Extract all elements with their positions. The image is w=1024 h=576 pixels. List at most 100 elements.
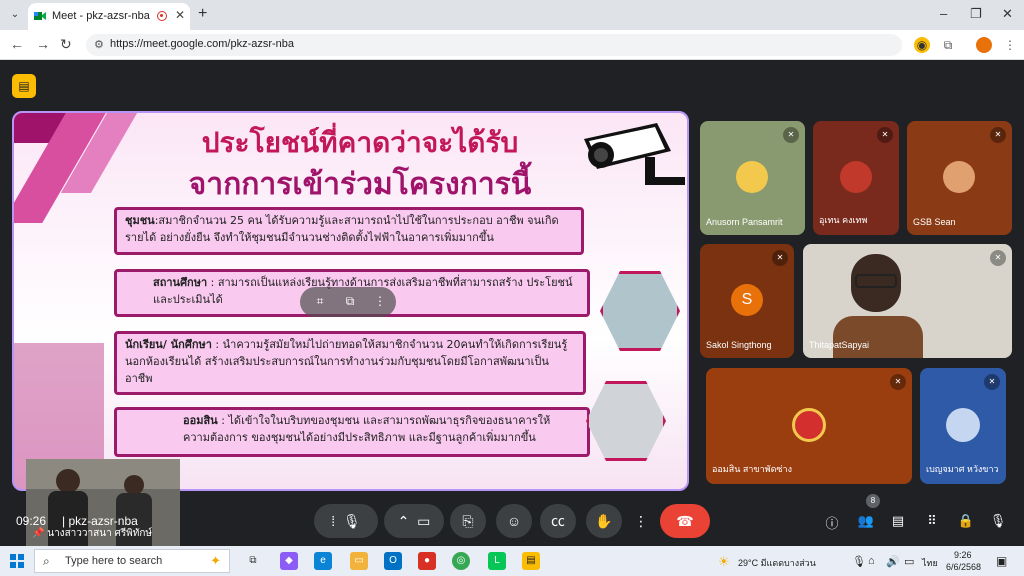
tab-close-icon[interactable]: ✕ [175, 8, 185, 22]
pip-icon[interactable]: ⧉ [342, 294, 358, 310]
more-options-button[interactable]: ⋮ [628, 504, 654, 538]
sticky-notes-icon[interactable]: ▤ [522, 552, 540, 570]
windows-taskbar: ⌕ Type here to search ✦ ⧉ ◆ e ▭ O ● ◎ L … [0, 546, 1024, 576]
weather-text[interactable]: 29°C มีแดดบางส่วน [738, 556, 816, 570]
tray-battery-icon[interactable]: ▭ [904, 555, 914, 568]
tab-search-icon[interactable]: ⌄ [6, 6, 24, 24]
extensions-puzzle-icon[interactable]: ⧉ [940, 37, 956, 53]
tray-network-icon[interactable]: ⌂ [868, 555, 875, 567]
line-icon[interactable]: L [488, 552, 506, 570]
more-options-icon[interactable]: ⋮ [372, 294, 388, 310]
tray-mic-icon[interactable]: 🎙 [852, 555, 866, 568]
participant-tile[interactable]: ✕ อุเทน คงเทพ [813, 121, 899, 235]
edge-icon[interactable]: e [314, 552, 332, 570]
taskbar-search[interactable]: ⌕ Type here to search ✦ [34, 549, 230, 573]
meeting-info-icon[interactable]: ⓘ [822, 513, 842, 533]
participant-tile[interactable]: ✕ Anusorn Pansamrit [700, 121, 805, 235]
browser-menu-icon[interactable]: ⋮ [1002, 37, 1018, 53]
hang-up-icon: ☎ [676, 513, 694, 529]
benefit-gsb-text: : ได้เข้าใจในบริบทของชุมชน และสามารถพัฒน… [183, 414, 551, 444]
forward-icon[interactable]: → [36, 36, 50, 52]
tray-volume-icon[interactable]: 🔊 [886, 555, 900, 568]
tab-title: Meet - pkz-azsr-nba [52, 10, 150, 22]
browser-tab[interactable]: Meet - pkz-azsr-nba ✕ [28, 3, 190, 30]
captions-button[interactable]: ㏄ [540, 504, 576, 538]
input-language[interactable]: ไทย [922, 556, 938, 570]
presentation-overlay-controls: ⌗ ⧉ ⋮ [300, 287, 396, 317]
copilot-sparkle-icon: ✦ [210, 553, 221, 568]
activities-icon[interactable]: ⠿ [922, 513, 942, 533]
copilot-icon[interactable]: ◆ [280, 552, 298, 570]
person-body [833, 316, 923, 358]
windows-start-icon[interactable] [10, 554, 24, 568]
app-icon[interactable]: ● [418, 552, 436, 570]
profile-avatar[interactable] [976, 37, 992, 53]
people-count-badge: 8 [866, 494, 880, 508]
extension-icon[interactable]: ◉ [914, 37, 930, 53]
frame-icon[interactable]: ⌗ [312, 294, 328, 310]
maximize-button[interactable]: ❐ [970, 6, 982, 22]
participant-tile[interactable]: ✕ GSB Sean [907, 121, 1012, 235]
minimize-button[interactable]: – [940, 6, 947, 21]
glasses [855, 274, 897, 288]
notification-icon[interactable]: ▣ [996, 554, 1007, 568]
browser-toolbar: ← → ↻ ⚙ https://meet.google.com/pkz-azsr… [0, 30, 1024, 60]
meet-stage: ▤ ประโยชน์ที่คาดว่าจะได้รับ จากการเข้าร่… [0, 60, 1024, 547]
meeting-code-label: pkz-azsr-nba [68, 514, 138, 528]
benefit-box-students: นักเรียน/ นักศึกษา : นำความรู้สมัยใหม่ไป… [114, 331, 586, 395]
chevron-up-icon: ⌃ [397, 513, 410, 529]
mic-off-icon: ✕ [890, 374, 906, 390]
mic-off-icon: ✕ [877, 127, 893, 143]
task-view-icon[interactable]: ⧉ [244, 552, 262, 570]
companion-mode-icon[interactable]: ▤ [12, 74, 36, 98]
leave-call-button[interactable]: ☎ [660, 504, 710, 538]
participant-name: Sakol Singthong [706, 340, 772, 350]
microphone-button[interactable]: ⁞ 🎙 [314, 504, 378, 538]
gsb-logo-avatar [792, 408, 826, 442]
present-screen-icon: ⎘ [462, 513, 474, 529]
chat-icon[interactable]: ▤ [888, 513, 908, 533]
participant-tile[interactable]: S ✕ Sakol Singthong [700, 244, 794, 358]
address-bar[interactable]: ⚙ https://meet.google.com/pkz-azsr-nba [86, 34, 902, 56]
raise-hand-button[interactable]: ✋ [586, 504, 622, 538]
host-controls-icon[interactable]: 🔒 [956, 513, 976, 533]
participant-name: ThitapatSapyai [809, 340, 870, 350]
new-tab-button[interactable]: + [198, 5, 207, 23]
chrome-icon[interactable]: ◎ [452, 552, 470, 570]
clock-date[interactable]: 6/6/2568 [946, 562, 981, 572]
cctv-pole-photo [600, 271, 680, 351]
reactions-button[interactable]: ☺ [496, 504, 532, 538]
participant-tile[interactable]: ✕ ออมสิน สาขาพัดซ่าง [706, 368, 912, 484]
benefit-gsb-heading: ออมสิน [183, 414, 218, 427]
meeting-controls: 09:26 | pkz-azsr-nba ⁞ 🎙 ⌃ ▭ ⎘ ☺ ㏄ ✋ ⋮ ☎… [0, 494, 1024, 546]
mic-off-icon: ✕ [990, 127, 1006, 143]
close-window-button[interactable]: ✕ [1002, 6, 1013, 22]
benefit-community-heading: ชุมชน [125, 214, 155, 227]
people-icon[interactable]: 👥 [856, 513, 876, 533]
participant-name: อุเทน คงเทพ [819, 215, 868, 225]
participant-video-tile[interactable]: ✕ ThitapatSapyai [803, 244, 1012, 358]
mic-off-icon: ✕ [783, 127, 799, 143]
participant-tile[interactable]: ✕ เบญจมาศ หวังขาว [920, 368, 1006, 484]
outlook-icon[interactable]: O [384, 552, 402, 570]
captions-icon: ㏄ [551, 513, 565, 529]
participant-name: เบญจมาศ หวังขาว [926, 464, 999, 474]
site-info-icon[interactable]: ⚙ [94, 38, 104, 51]
camera-button[interactable]: ⌃ ▭ [384, 504, 444, 538]
present-button[interactable]: ⎘ [450, 504, 486, 538]
mic-off-icon: ✕ [772, 250, 788, 266]
clock-time[interactable]: 9:26 [954, 550, 972, 560]
slide-title-line-2: จากการเข้าร่วมโครงการนี้ [188, 168, 532, 201]
reload-icon[interactable]: ↻ [60, 36, 72, 53]
mic-off-icon: ✕ [990, 250, 1006, 266]
mic-status-icon[interactable]: 🎙 [988, 513, 1008, 533]
search-placeholder: Type here to search [65, 555, 163, 567]
benefit-box-gsb: ออมสิน : ได้เข้าใจในบริบทของชุมชน และสาม… [114, 407, 590, 457]
emoji-icon: ☺ [506, 513, 522, 529]
slide-title-line-1: ประโยชน์ที่คาดว่าจะได้รับ [201, 127, 519, 158]
meeting-time: 09:26 [16, 514, 47, 528]
participant-name: Anusorn Pansamrit [706, 217, 783, 227]
cctv-camera-icon [584, 123, 685, 185]
file-explorer-icon[interactable]: ▭ [350, 552, 368, 570]
back-icon[interactable]: ← [10, 36, 24, 52]
